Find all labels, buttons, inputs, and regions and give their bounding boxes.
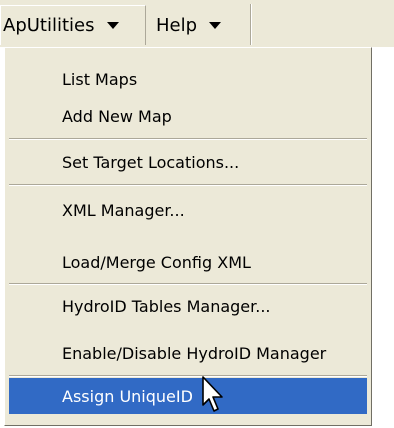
chevron-down-icon: [209, 21, 222, 29]
menu-help-label: Help: [156, 14, 198, 36]
menu-item-assign-uniqueid[interactable]: Assign UniqueID: [9, 378, 367, 414]
menu-item-set-target-locations[interactable]: Set Target Locations...: [9, 144, 367, 180]
apputilities-dropdown-menu: List Maps Add New Map Set Target Locatio…: [4, 47, 372, 426]
menu-apputilities-label: ApUtilities: [3, 15, 95, 36]
menu-item-load-merge-config-xml[interactable]: Load/Merge Config XML: [9, 244, 367, 280]
menu-item-add-new-map[interactable]: Add New Map: [9, 98, 367, 134]
menu-item-enable-disable-hydroid-manager[interactable]: Enable/Disable HydroID Manager: [9, 335, 367, 371]
menu-item-list-maps[interactable]: List Maps: [9, 61, 367, 97]
menu-item-xml-manager[interactable]: XML Manager...: [9, 192, 367, 228]
menu-item-hydroid-tables-manager[interactable]: HydroID Tables Manager...: [9, 288, 367, 324]
menu-separator: [9, 138, 367, 140]
menu-separator: [9, 283, 367, 285]
chevron-down-icon: [106, 22, 119, 29]
menu-apputilities[interactable]: ApUtilities: [0, 5, 146, 45]
menu-bar: ApUtilities Help: [0, 0, 394, 47]
menu-separator: [9, 375, 367, 377]
menu-separator: [9, 184, 367, 186]
menu-help[interactable]: Help: [146, 5, 250, 45]
menubar-divider: [250, 4, 252, 45]
mouse-pointer-icon: [202, 376, 223, 412]
